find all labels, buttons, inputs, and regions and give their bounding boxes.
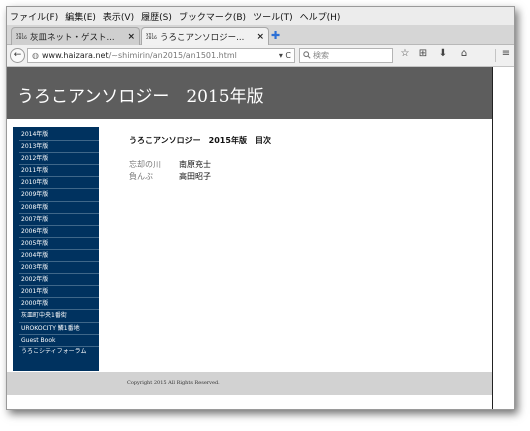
sidebar-item-haizara[interactable]: 灰皿町中央1番街: [19, 310, 99, 323]
sidebar-item-2012[interactable]: 2012年版: [19, 153, 99, 166]
menu-history[interactable]: 履歴(S): [141, 10, 172, 23]
toc-heading: うろこアンソロジー 2015年版 目次: [129, 136, 271, 145]
toc-work-link[interactable]: 忘却の川: [129, 159, 179, 170]
tab-title: 灰皿ネット・ゲスト...: [30, 32, 115, 43]
tab-title: うろこアンソロジー...: [160, 32, 245, 43]
sidebar-item-urokocity[interactable]: UROKOCITY 鱗1番地: [19, 323, 99, 335]
sidebar-item-2013[interactable]: 2013年版: [19, 141, 99, 154]
hamburger-menu-icon[interactable]: ≡: [499, 48, 513, 59]
browser-window: ファイル(F) 編集(E) 表示(V) 履歴(S) ブックマーク(B) ツール(…: [6, 6, 515, 410]
toc-author: 南原充士: [179, 160, 211, 169]
sidebar-nav: 2014年版 2013年版 2012年版 2011年版 2010年版 2009年…: [13, 127, 99, 371]
url-controls: ▾ C: [279, 49, 291, 62]
sidebar-item-2001[interactable]: 2001年版: [19, 286, 99, 299]
tab-guestbook[interactable]: ver 2016 灰皿ネット・ゲスト... ×: [11, 27, 140, 45]
sidebar-item-guestbook[interactable]: Guest Book: [19, 335, 99, 347]
tab-anthology[interactable]: ver 2016 うろこアンソロジー... ×: [141, 27, 269, 45]
menu-bar: ファイル(F) 編集(E) 表示(V) 履歴(S) ブックマーク(B) ツール(…: [7, 7, 514, 25]
dropdown-arrow-icon[interactable]: ▾: [279, 51, 283, 60]
search-placeholder: 検索: [313, 51, 329, 60]
toc-entry: 忘却の川 南原充士: [129, 159, 211, 170]
site-favicon-icon: ver 2016: [16, 32, 27, 41]
url-path: /~shimirin/an2015/an1501.html: [108, 51, 237, 60]
toc-work-link[interactable]: 負んぶ: [129, 171, 179, 182]
globe-icon: ◍: [32, 51, 39, 60]
sidebar-item-2007[interactable]: 2007年版: [19, 214, 99, 226]
search-input[interactable]: 検索: [299, 48, 393, 63]
back-arrow-icon[interactable]: ←: [10, 48, 25, 63]
sidebar-item-2011[interactable]: 2011年版: [19, 165, 99, 178]
toc-entry: 負んぶ 高田昭子: [129, 171, 211, 182]
menu-help[interactable]: ヘルプ(H): [300, 10, 341, 23]
close-icon[interactable]: ×: [256, 32, 264, 42]
tab-bar: ver 2016 灰皿ネット・ゲスト... × ver 2016 うろこアンソロ…: [7, 25, 514, 45]
search-icon: [303, 51, 311, 59]
home-icon[interactable]: ⌂: [457, 48, 471, 59]
sidebar-item-2000[interactable]: 2000年版: [19, 298, 99, 311]
sidebar-item-2008[interactable]: 2008年版: [19, 202, 99, 214]
sidebar-item-2005[interactable]: 2005年版: [19, 238, 99, 250]
close-icon[interactable]: ×: [127, 32, 135, 42]
site-favicon-icon: ver 2016: [146, 32, 157, 41]
navigation-bar: ← ◍ www.haizara.net/~shimirin/an2015/an15…: [7, 45, 514, 67]
menu-view[interactable]: 表示(V): [103, 10, 134, 23]
reload-icon[interactable]: C: [285, 51, 291, 60]
page-content: うろこアンソロジー 2015年版 2014年版 2013年版 2012年版 20…: [7, 67, 492, 409]
url-bar[interactable]: ◍ www.haizara.net/~shimirin/an2015/an1501…: [27, 48, 295, 63]
sidebar-item-2003[interactable]: 2003年版: [19, 262, 99, 275]
page-edge-divider: [492, 67, 493, 409]
toc-author: 高田昭子: [179, 172, 211, 181]
sidebar-item-2004[interactable]: 2004年版: [19, 250, 99, 263]
download-icon[interactable]: ⬇: [436, 48, 450, 59]
sidebar-item-2002[interactable]: 2002年版: [19, 274, 99, 287]
sidebar-item-2010[interactable]: 2010年版: [19, 177, 99, 190]
menu-file[interactable]: ファイル(F): [10, 10, 58, 23]
url-host: www.haizara.net: [41, 51, 109, 60]
sidebar-item-forum[interactable]: うろこシティフォーラム: [19, 347, 99, 369]
menu-bookmarks[interactable]: ブックマーク(B): [179, 10, 246, 23]
copyright-text: Copyright 2015 All Rights Reserved.: [127, 380, 220, 386]
menu-edit[interactable]: 編集(E): [65, 10, 96, 23]
reading-list-icon[interactable]: ⊞: [416, 48, 430, 59]
site-banner: うろこアンソロジー 2015年版: [7, 67, 492, 119]
toolbar-divider: [495, 49, 496, 62]
menu-tools[interactable]: ツール(T): [253, 10, 293, 23]
sidebar-item-2006[interactable]: 2006年版: [19, 226, 99, 238]
page-footer: Copyright 2015 All Rights Reserved.: [7, 372, 492, 395]
new-tab-icon[interactable]: ✚: [271, 29, 280, 42]
sidebar-item-2009[interactable]: 2009年版: [19, 189, 99, 202]
page-title: うろこアンソロジー 2015年版: [17, 87, 264, 107]
sidebar-item-2014[interactable]: 2014年版: [19, 129, 99, 142]
bookmark-star-icon[interactable]: ☆: [398, 48, 412, 59]
